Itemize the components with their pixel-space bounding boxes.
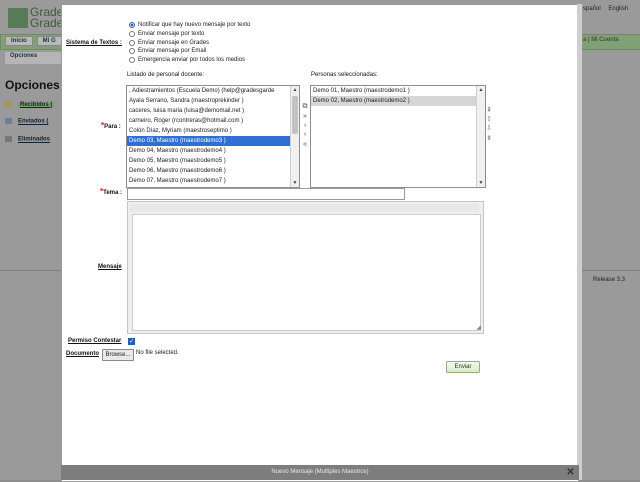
mensaje-label: Mensaje — [98, 264, 122, 270]
trash-icon — [5, 136, 12, 142]
radio-button-icon[interactable] — [129, 48, 135, 54]
lang-option: spañol — [583, 6, 601, 12]
radio-button-icon[interactable] — [129, 57, 135, 63]
seleccionadas-listbox[interactable]: Demo 01, Maestro (maestrodemo1 ) Demo 02… — [310, 85, 486, 188]
message-textarea[interactable] — [132, 214, 481, 331]
scroll-thumb[interactable] — [292, 96, 298, 134]
account-link: a | Mi Cuenta — [583, 37, 619, 43]
sidebar-item-deleted: Eliminados — [5, 136, 50, 143]
move-top-icon[interactable]: ⇞ — [485, 107, 493, 115]
list-item[interactable]: Demo 05, Maestro (maestrodemo5 ) — [127, 156, 299, 166]
move-down-icon[interactable]: ⇩ — [485, 125, 493, 133]
page-title: Opciones — [5, 78, 60, 92]
message-editor: ◢ — [127, 201, 484, 334]
radio-enviar-email[interactable]: Enviar mensaje por Email — [129, 48, 206, 54]
release-label: Release 3.3 — [593, 277, 626, 283]
folder-icon — [5, 101, 12, 107]
move-all-left-icon[interactable]: « — [301, 141, 309, 149]
editor-toolbar — [130, 204, 479, 212]
resize-handle-icon[interactable]: ◢ — [476, 324, 481, 331]
scroll-down-icon[interactable]: ▼ — [291, 179, 299, 187]
dialog-title-bar: Nuevo Mensaje (Multiples Maestros) — [61, 465, 579, 480]
radio-button-icon[interactable] — [129, 22, 135, 28]
listado-label: Listado de personal docente: — [127, 72, 205, 78]
tema-input[interactable] — [127, 188, 405, 200]
app-logo — [8, 8, 28, 28]
close-icon[interactable]: ✕ — [565, 467, 576, 478]
sidebar-item-sent: Enviados ( — [5, 118, 48, 125]
sidebar-item-inbox: Recibidos ( — [5, 101, 55, 108]
radio-enviar-texto[interactable]: Enviar mensaje por texto — [129, 31, 204, 37]
list-item[interactable]: caceres, luisa maria (luisa@demomail.net… — [127, 106, 299, 116]
list-item-selected[interactable]: Demo 02, Maestro (maestrodemo2 ) — [311, 96, 485, 106]
move-right-icon[interactable]: › — [301, 122, 309, 130]
move-bottom-icon[interactable]: ⇟ — [485, 135, 493, 143]
seleccionadas-scrollbar[interactable]: ▲ ▼ — [476, 86, 485, 187]
radio-emergencia[interactable]: Emergencia enviar por todos los medios — [129, 57, 245, 63]
list-item[interactable]: Demo 07, Maestro (maestrodemo7 ) — [127, 176, 299, 186]
list-item[interactable]: , Adiestramientos (Escuela Demo) (help@g… — [127, 86, 299, 96]
nav-tab: Mi G — [36, 36, 62, 46]
add-all-icon[interactable]: ⧉ — [301, 103, 309, 111]
list-item[interactable]: Ayala Serrano, Sandra (maestroprekinder … — [127, 96, 299, 106]
move-up-icon[interactable]: ⇧ — [485, 116, 493, 124]
file-status: No file selected. — [136, 350, 179, 356]
app-logo-text: Grade Grade — [30, 5, 64, 30]
list-item[interactable]: Demo 01, Maestro (maestrodemo1 ) — [311, 86, 485, 96]
page-scrollbar[interactable] — [577, 4, 582, 480]
seleccionadas-label: Personas seleccionadas: — [311, 72, 378, 78]
radio-notificar[interactable]: Notificar que hay nuevo mensaje por text… — [129, 22, 250, 28]
language-switcher: spañol English — [583, 6, 634, 12]
scroll-up-icon[interactable]: ▲ — [477, 86, 485, 94]
subnav-tab: Opciones — [5, 52, 67, 64]
send-button[interactable]: Enviar — [446, 361, 480, 373]
radio-enviar-grades[interactable]: Enviar mensaje en Grades — [129, 40, 209, 46]
envelope-icon — [5, 118, 12, 124]
scroll-up-icon[interactable]: ▲ — [291, 86, 299, 94]
lang-option: English — [608, 6, 629, 12]
list-item[interactable]: Demo 04, Maestro (maestrodemo4 ) — [127, 146, 299, 156]
docentes-listbox[interactable]: , Adiestramientos (Escuela Demo) (help@g… — [126, 85, 300, 188]
permiso-contestar-label: Permiso Contestar — [68, 338, 122, 344]
documento-label: Documento — [66, 351, 99, 357]
sistema-textos-label: Sistema de Textos : — [66, 40, 122, 46]
tema-label: *Tema : — [100, 187, 123, 196]
nav-tab: Inicio — [5, 36, 33, 46]
scroll-down-icon[interactable]: ▼ — [477, 179, 485, 187]
dialog-title: Nuevo Mensaje (Multiples Maestros) — [271, 469, 369, 475]
list-item-selected[interactable]: Demo 03, Maestro (maestrodemo3 ) — [127, 136, 299, 146]
browse-button[interactable]: Browse... — [102, 349, 134, 361]
list-item[interactable]: carneiro, Roger (rcontreras@hotmail.com … — [127, 116, 299, 126]
permiso-checkbox[interactable]: ✓ — [128, 338, 135, 345]
docentes-scrollbar[interactable]: ▲ ▼ — [290, 86, 299, 187]
para-label: *Para : — [101, 121, 121, 130]
list-item[interactable]: Colón Díaz, Myriam (maestroseptimo ) — [127, 126, 299, 136]
list-item[interactable]: Demo 06, Maestro (maestrodemo6 ) — [127, 166, 299, 176]
move-all-right-icon[interactable]: » — [301, 113, 309, 121]
radio-button-icon[interactable] — [129, 40, 135, 46]
move-left-icon[interactable]: ‹ — [301, 131, 309, 139]
radio-button-icon[interactable] — [129, 31, 135, 37]
main-nav: Inicio Mi G — [5, 36, 62, 46]
